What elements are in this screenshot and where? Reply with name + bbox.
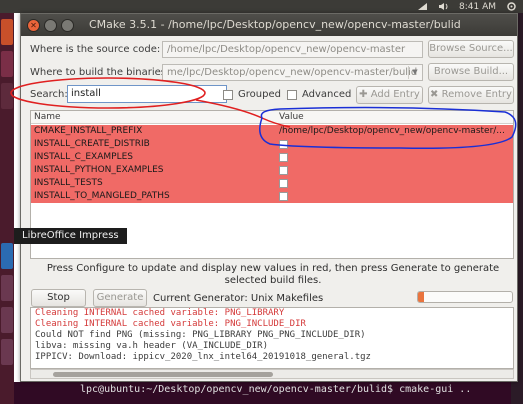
browse-build-button[interactable]: Browse Build... <box>428 63 514 81</box>
minimize-icon[interactable] <box>44 19 57 32</box>
grouped-checkbox[interactable]: Grouped <box>223 89 281 100</box>
clock[interactable]: 8:41 AM <box>459 2 496 12</box>
search-input[interactable]: install <box>67 85 227 103</box>
launcher-app-icon[interactable] <box>1 51 13 77</box>
close-icon[interactable]: ✕ <box>27 19 40 32</box>
info-text: Press Configure to update and display ne… <box>46 263 500 286</box>
chevron-down-icon[interactable]: ▼ <box>408 66 421 79</box>
output-log[interactable]: Cleaning INTERNAL cached variable: PNG_L… <box>30 307 514 369</box>
advanced-label: Advanced <box>302 89 352 100</box>
row-checkbox[interactable] <box>279 179 288 188</box>
progress-fill <box>418 292 424 302</box>
build-label: Where to build the binaries: <box>30 67 170 78</box>
launcher-app-icon[interactable] <box>1 307 13 333</box>
column-name-header[interactable]: Name <box>34 112 61 122</box>
log-scrollbar[interactable] <box>30 369 514 379</box>
search-label: Search: <box>30 89 68 100</box>
top-panel: 8:41 AM <box>0 0 523 13</box>
titlebar[interactable]: ✕ CMake 3.5.1 - /home/lpc/Desktop/opencv… <box>21 14 517 36</box>
remove-entry-button[interactable]: ✖ Remove Entry <box>428 86 514 104</box>
log-line: Could NOT find PNG (missing: PNG_LIBRARY… <box>35 330 366 340</box>
table-row[interactable]: INSTALL_PYTHON_EXAMPLES <box>31 164 513 177</box>
launcher-tooltip: LibreOffice Impress <box>14 228 127 244</box>
table-row[interactable]: INSTALL_TO_MANGLED_PATHS <box>31 190 513 203</box>
row-checkbox[interactable] <box>279 153 288 162</box>
table-row[interactable]: INSTALL_C_EXAMPLES <box>31 151 513 164</box>
row-name: INSTALL_TO_MANGLED_PATHS <box>34 191 170 201</box>
source-label: Where is the source code: <box>30 44 161 55</box>
progress-bar <box>417 291 513 303</box>
table-row[interactable]: INSTALL_TESTS <box>31 177 513 190</box>
log-line: Cleaning INTERNAL cached variable: PNG_I… <box>35 319 306 329</box>
remove-entry-label: Remove Entry <box>441 89 512 100</box>
launcher-impress-icon[interactable] <box>1 243 13 269</box>
browse-source-button[interactable]: Browse Source... <box>428 40 514 58</box>
log-line: Cleaning INTERNAL cached variable: PNG_L… <box>35 308 285 318</box>
current-generator: Current Generator: Unix Makefiles <box>153 293 324 304</box>
system-tray: 8:41 AM <box>417 0 517 13</box>
maximize-icon[interactable] <box>61 19 74 32</box>
launcher-app-icon[interactable] <box>1 339 13 365</box>
source-field[interactable]: /home/lpc/Desktop/opencv_new/opencv-mast… <box>162 41 423 58</box>
row-name: INSTALL_PYTHON_EXAMPLES <box>34 165 164 175</box>
row-name: INSTALL_C_EXAMPLES <box>34 152 133 162</box>
column-value-header[interactable]: Value <box>279 112 304 122</box>
launcher-app-icon[interactable] <box>1 275 13 301</box>
remove-icon: ✖ <box>430 89 442 100</box>
plus-icon: ✚ <box>359 89 371 100</box>
volume-icon[interactable] <box>438 2 449 11</box>
launcher-app-icon[interactable] <box>1 83 13 109</box>
launcher-app-icon[interactable] <box>1 19 13 45</box>
add-entry-label: Add Entry <box>370 89 420 100</box>
row-name: CMAKE_INSTALL_PREFIX <box>34 126 143 136</box>
table-row[interactable]: CMAKE_INSTALL_PREFIX /home/lpc/Desktop/o… <box>31 125 513 138</box>
log-line: IPPICV: Download: ippicv_2020_lnx_intel6… <box>35 352 371 362</box>
launcher <box>0 13 14 404</box>
cmake-window: ✕ CMake 3.5.1 - /home/lpc/Desktop/opencv… <box>20 13 518 382</box>
table-header: Name Value <box>31 111 513 124</box>
build-value: me/lpc/Desktop/opencv_new/opencv-master/… <box>167 67 418 78</box>
grouped-label: Grouped <box>238 89 281 100</box>
build-combo[interactable]: me/lpc/Desktop/opencv_new/opencv-master/… <box>162 64 423 81</box>
checkbox-box[interactable] <box>223 89 233 100</box>
network-icon[interactable] <box>417 2 428 11</box>
checkbox-box[interactable] <box>287 89 297 100</box>
row-value[interactable]: /home/lpc/Desktop/opencv_new/opencv-mast… <box>279 126 511 136</box>
table-row[interactable]: INSTALL_CREATE_DISTRIB <box>31 138 513 151</box>
gear-icon[interactable] <box>506 2 517 11</box>
row-checkbox[interactable] <box>279 140 288 149</box>
scrollbar-thumb[interactable] <box>53 372 273 377</box>
stop-button[interactable]: Stop <box>31 289 86 307</box>
window-title: CMake 3.5.1 - /home/lpc/Desktop/opencv_n… <box>89 18 461 31</box>
row-name: INSTALL_CREATE_DISTRIB <box>34 139 150 149</box>
log-line: libva: missing va.h header (VA_INCLUDE_D… <box>35 341 268 351</box>
row-checkbox[interactable] <box>279 192 288 201</box>
row-name: INSTALL_TESTS <box>34 178 103 188</box>
terminal-line: lpc@ubuntu:~/Desktop/opencv_new/opencv-m… <box>80 384 472 395</box>
terminal-window[interactable]: lpc@ubuntu:~/Desktop/opencv_new/opencv-m… <box>14 382 511 404</box>
row-checkbox[interactable] <box>279 166 288 175</box>
generate-button[interactable]: Generate <box>93 289 147 307</box>
add-entry-button[interactable]: ✚ Add Entry <box>356 86 423 104</box>
advanced-checkbox[interactable]: Advanced <box>287 89 351 100</box>
